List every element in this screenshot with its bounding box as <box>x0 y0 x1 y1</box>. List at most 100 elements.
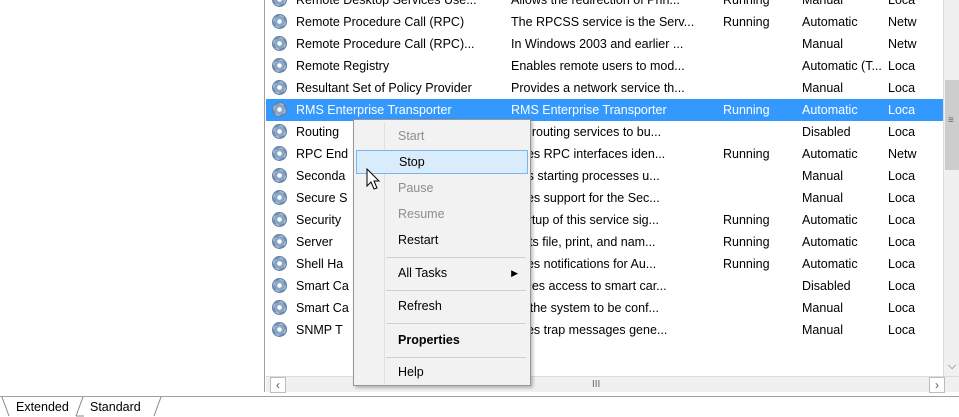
gear-icon <box>272 168 287 183</box>
tab-standard[interactable]: Standard <box>82 398 149 416</box>
gear-icon <box>272 234 287 249</box>
service-status <box>723 33 798 55</box>
gear-icon <box>272 322 287 337</box>
service-description: nages access to smart car... <box>511 279 667 293</box>
chevron-left-icon[interactable]: ‹ <box>270 377 286 393</box>
table-row[interactable]: Resultant Set of Policy Provider Provides… <box>266 77 943 99</box>
scroll-grip-icon: III <box>592 379 601 390</box>
service-name: Resultant Set of Policy Provider <box>296 81 472 95</box>
table-row[interactable]: Remote Desktop Services Use... Allows the… <box>266 0 943 11</box>
scroll-grip-icon: ≡ <box>948 115 954 126</box>
service-gear-icon <box>272 77 290 99</box>
chevron-right-icon[interactable]: › <box>929 377 945 393</box>
service-log-on-as: Loca <box>888 103 916 117</box>
service-description: vides support for the Sec... <box>511 191 660 205</box>
tab-extended[interactable]: Extended <box>8 398 77 416</box>
service-description: eives trap messages gene... <box>511 323 668 337</box>
menu-item-resume[interactable]: Resume <box>356 202 528 226</box>
service-gear-icon <box>272 33 290 55</box>
service-status: Running <box>723 0 770 7</box>
gear-icon <box>272 212 287 227</box>
menu-separator <box>386 257 526 258</box>
menu-item-properties[interactable]: Properties <box>356 328 528 352</box>
service-status: Running <box>723 213 770 227</box>
vertical-scroll-thumb[interactable]: ≡ <box>945 80 959 170</box>
menu-item-all-tasks[interactable]: All Tasks ▶ <box>356 261 528 285</box>
service-log-on-as: Loca <box>888 301 916 315</box>
service-gear-icon <box>272 187 290 209</box>
service-gear-icon <box>272 0 290 11</box>
service-gear-icon <box>272 99 290 121</box>
service-name: Remote Registry <box>296 59 390 73</box>
service-gear-icon <box>272 275 290 297</box>
service-startup-type: Automatic <box>802 103 858 117</box>
service-log-on-as: Loca <box>888 279 916 293</box>
service-description: The RPCSS service is the Serv... <box>511 15 695 29</box>
service-gear-icon <box>272 209 290 231</box>
menu-item-refresh[interactable]: Refresh <box>356 294 528 318</box>
gear-icon <box>272 80 287 95</box>
service-startup-type: Automatic <box>802 235 858 249</box>
service-gear-icon <box>272 143 290 165</box>
menu-item-restart[interactable]: Restart <box>356 228 528 252</box>
gear-icon <box>272 300 287 315</box>
triangle-right-icon: ▶ <box>511 268 518 278</box>
service-description: Allows the redirection of Prin... <box>511 0 680 7</box>
service-status <box>723 275 798 297</box>
service-startup-type: Manual <box>802 37 843 51</box>
service-status: Running <box>723 103 770 117</box>
service-description: ports file, print, and nam... <box>511 235 656 249</box>
service-gear-icon <box>272 11 290 33</box>
service-description: olves RPC interfaces iden... <box>511 147 666 161</box>
service-gear-icon <box>272 319 290 341</box>
table-row[interactable]: Remote Procedure Call (RPC) The RPCSS ser… <box>266 11 943 33</box>
service-gear-icon <box>272 55 290 77</box>
gear-icon <box>272 256 287 271</box>
service-startup-type: Automatic <box>802 15 858 29</box>
service-description: ws the system to be conf... <box>511 301 659 315</box>
gear-icon <box>272 58 287 73</box>
service-gear-icon <box>272 297 290 319</box>
service-startup-type: Disabled <box>802 279 851 293</box>
vertical-scrollbar[interactable]: ≡ ⌵ <box>943 0 959 376</box>
service-status <box>723 165 798 187</box>
service-log-on-as: Netw <box>888 147 917 161</box>
table-row[interactable]: Remote Procedure Call (RPC)... In Windows… <box>266 33 943 55</box>
service-gear-icon <box>272 165 290 187</box>
menu-item-help[interactable]: Help <box>356 360 528 384</box>
menu-separator <box>386 290 526 291</box>
mouse-pointer-icon <box>366 168 381 190</box>
service-status <box>723 77 798 99</box>
service-startup-type: Automatic <box>802 257 858 271</box>
service-name: RMS Enterprise Transporter <box>296 103 452 117</box>
service-startup-type: Manual <box>802 301 843 315</box>
view-tabs: Extended Standard <box>0 396 959 417</box>
gear-icon <box>272 146 287 161</box>
service-description: RMS Enterprise Transporter <box>511 103 667 117</box>
table-row-selected[interactable]: RMS Enterprise Transporter RMS Enterprise… <box>266 99 943 121</box>
gear-icon <box>272 278 287 293</box>
service-description: bles starting processes u... <box>511 169 660 183</box>
service-description: Provides a network service th... <box>511 81 685 95</box>
service-startup-type: Automatic (T... <box>802 59 882 73</box>
gear-icon <box>272 124 287 139</box>
menu-item-label: All Tasks <box>398 266 448 280</box>
service-log-on-as: Loca <box>888 235 916 249</box>
gear-icon <box>272 0 287 7</box>
service-description: ers routing services to bu... <box>511 125 662 139</box>
chevron-down-icon[interactable]: ⌵ <box>944 358 959 374</box>
context-menu: Start Stop Pause Resume Restart All Task… <box>353 119 531 386</box>
service-log-on-as: Netw <box>888 37 917 51</box>
service-startup-type: Automatic <box>802 213 858 227</box>
service-description: In Windows 2003 and earlier ... <box>511 37 684 51</box>
table-row[interactable]: Remote Registry Enables remote users to m… <box>266 55 943 77</box>
service-log-on-as: Loca <box>888 323 916 337</box>
gear-icon <box>272 14 287 29</box>
service-status <box>723 121 798 143</box>
menu-item-start[interactable]: Start <box>356 124 528 148</box>
console-tree-pane <box>0 0 265 392</box>
gear-icon <box>272 36 287 51</box>
service-log-on-as: Loca <box>888 81 916 95</box>
service-name: Remote Desktop Services Use... <box>296 0 477 7</box>
service-status: Running <box>723 235 770 249</box>
